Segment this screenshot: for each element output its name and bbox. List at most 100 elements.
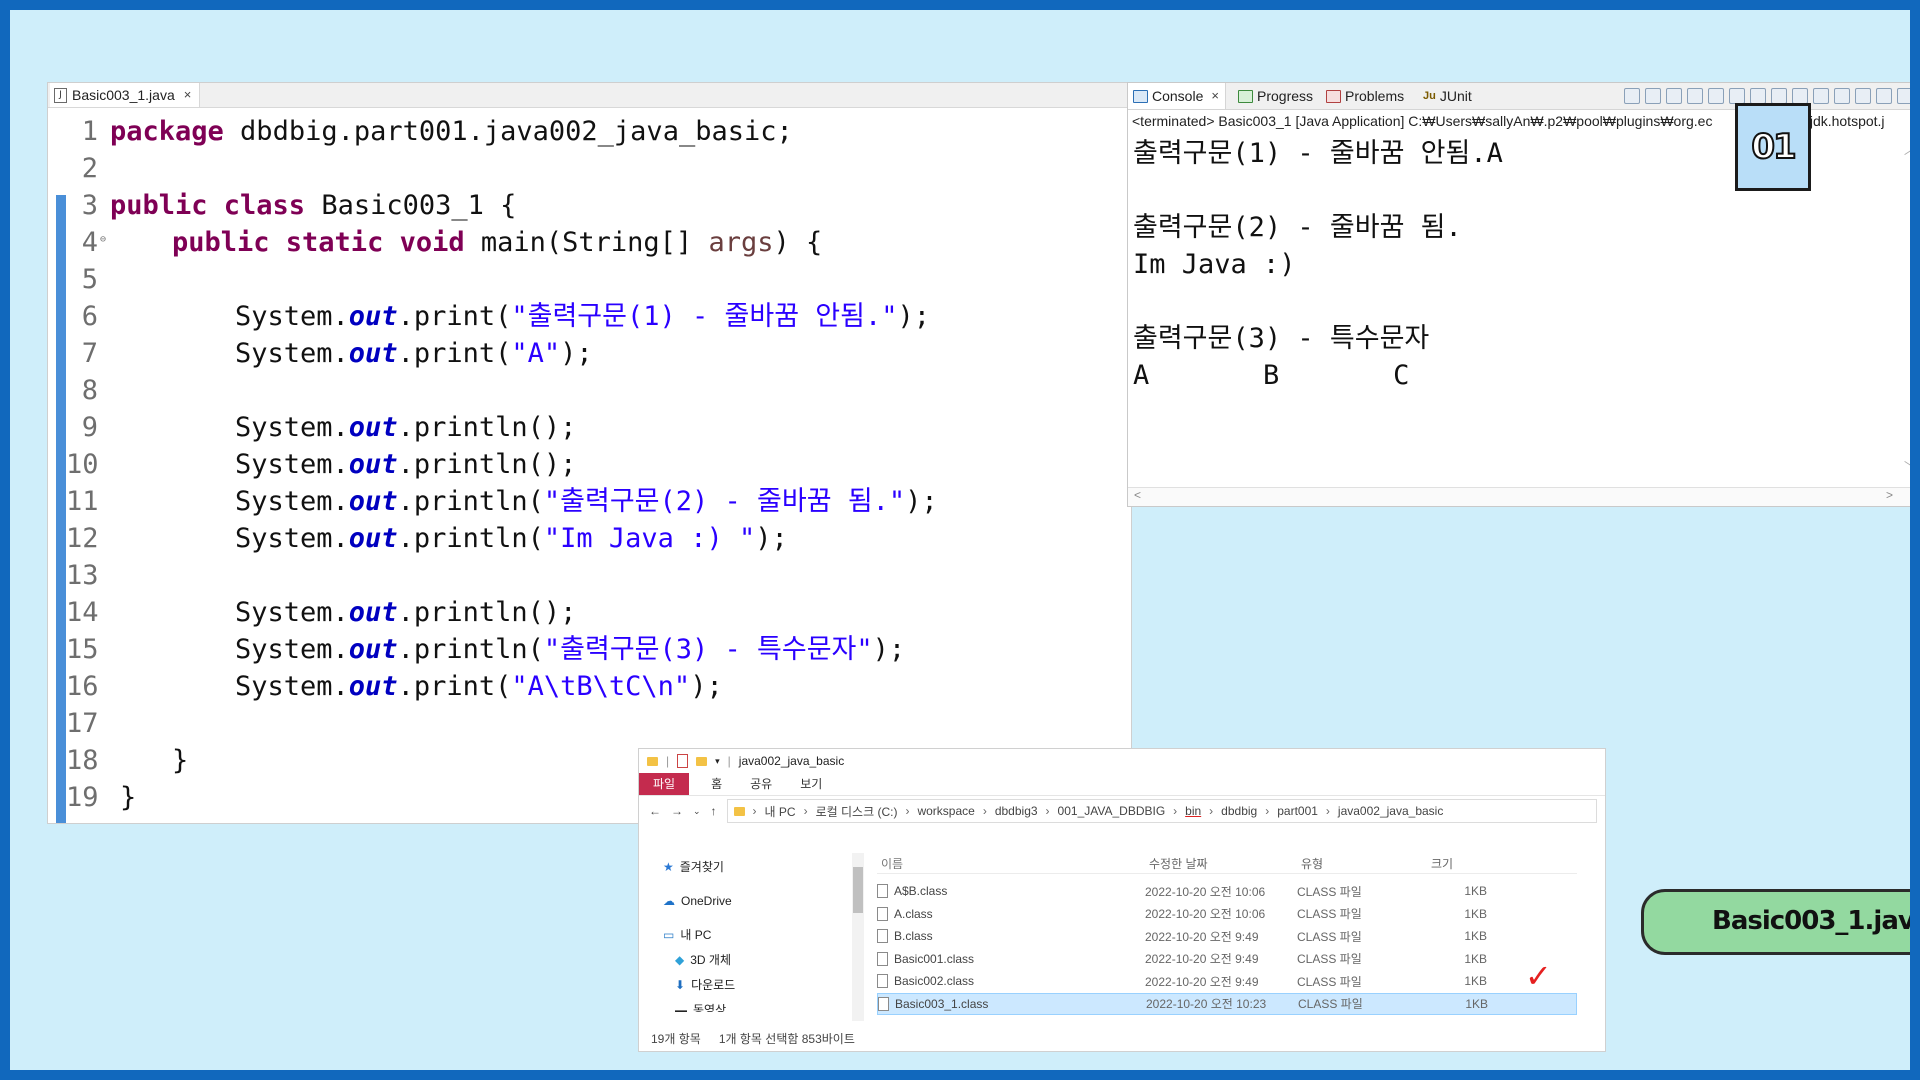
chevron-left-icon: < — [1134, 488, 1142, 502]
nav-item-downloads[interactable]: ⬇ 다운로드 — [649, 973, 821, 998]
nav-item-favorites[interactable]: ★ 즐겨찾기 — [649, 855, 821, 880]
file-icon — [878, 996, 889, 1011]
scroll-lock-icon[interactable] — [1708, 88, 1724, 104]
tab-console[interactable]: Console × — [1128, 83, 1226, 109]
file-row[interactable]: A.class 2022-10-20 오전 10:06 CLASS 파일 1KB — [877, 903, 1577, 926]
ribbon-tab-home[interactable]: 홈 — [697, 773, 736, 795]
editor-tab[interactable]: J Basic003_1.java × — [50, 83, 201, 107]
file-row[interactable]: B.class 2022-10-20 오전 9:49 CLASS 파일 1KB — [877, 925, 1577, 948]
code-line: 5 — [48, 261, 1131, 298]
nav-item-onedrive[interactable]: ☁ OneDrive — [649, 889, 821, 914]
code-line: 12 System.out.println("Im Java :) "); — [48, 520, 1131, 557]
breadcrumb-item: workspace — [917, 804, 975, 818]
selection-info: 1개 항목 선택함 853바이트 — [718, 1032, 855, 1046]
new-folder-icon[interactable] — [696, 756, 708, 766]
tab-junit[interactable]: Ju JUnit — [1423, 83, 1472, 109]
window-title: java002_java_basic — [738, 754, 845, 768]
code-line: 9 System.out.println(); — [48, 409, 1131, 446]
code-editor[interactable]: J Basic003_1.java × 1 package dbdbig.part… — [47, 82, 1132, 824]
console-toolbar — [1624, 88, 1910, 104]
folder-icon — [647, 756, 658, 766]
breadcrumb-item: 001_JAVA_DBDBIG — [1057, 804, 1166, 818]
console-output: 출력구문(1) - 줄바꿈 안됨.A 출력구문(2) - 줄바꿈 됨. Im J… — [1133, 135, 1503, 394]
item-count: 19개 항목 — [651, 1032, 701, 1046]
column-type[interactable]: 유형 — [1301, 855, 1431, 872]
line-number: 6 — [81, 301, 98, 332]
pin-console-icon[interactable] — [1792, 88, 1808, 104]
horizontal-scrollbar[interactable]: < > — [1128, 487, 1910, 506]
remove-launch-icon[interactable] — [1645, 88, 1661, 104]
remove-all-icon[interactable] — [1666, 88, 1682, 104]
file-row[interactable]: Basic001.class 2022-10-20 오전 9:49 CLASS 파일… — [877, 948, 1577, 971]
nav-item-this-pc[interactable]: ▭ 내 PC — [649, 923, 821, 948]
navigation-pane: ★ 즐겨찾기 ☁ OneDrive ▭ 내 PC ◆ 3D 개체 ⬇ 다운로드 ▬ 동영상 — [649, 855, 821, 1025]
ribbon-tab-view[interactable]: 보기 — [786, 773, 836, 795]
code-line: 13 — [48, 557, 1131, 594]
nav-item-3d-objects[interactable]: ◆ 3D 개체 — [649, 948, 821, 973]
display-console-icon[interactable] — [1813, 88, 1829, 104]
cloud-icon: ☁ — [663, 894, 675, 908]
vertical-scrollbar[interactable]: ︿﹀ — [1901, 133, 1910, 485]
word-wrap-icon[interactable] — [1729, 88, 1745, 104]
code-line: 15 System.out.println("출력구문(3) - 특수문자"); — [48, 631, 1131, 668]
video-icon: ▬ — [675, 1003, 687, 1012]
ribbon-tab-file[interactable]: 파일 — [639, 773, 690, 795]
cube-icon: ◆ — [675, 953, 685, 967]
forward-arrow-icon[interactable]: → — [671, 804, 683, 818]
slide-number-badge: 01 — [1735, 103, 1811, 191]
tab-problems[interactable]: Problems — [1326, 83, 1404, 109]
download-icon: ⬇ — [675, 978, 686, 992]
code-line: 17 — [48, 705, 1131, 742]
clear-console-icon[interactable] — [1687, 88, 1703, 104]
java-file-icon: J — [54, 87, 67, 103]
breadcrumb-item: bin — [1185, 804, 1202, 818]
console-icon — [1133, 89, 1148, 103]
code-line: 3 public class Basic003_1 { — [48, 187, 1131, 224]
nav-item-videos[interactable]: ▬ 동영상 — [649, 998, 821, 1012]
breadcrumb-item: dbdbig — [1221, 804, 1258, 818]
file-row[interactable]: A$B.class 2022-10-20 오전 10:06 CLASS 파일 1KB — [877, 880, 1577, 903]
show-on-error-icon[interactable] — [1771, 88, 1787, 104]
computer-icon: ▭ — [663, 928, 675, 942]
folder-icon — [733, 806, 745, 816]
chevron-up-icon: ︿ — [1901, 141, 1910, 158]
console-line: 출력구문(2) - 줄바꿈 됨. — [1133, 212, 1462, 243]
file-explorer-window[interactable]: | ▾ | java002_java_basic 파일 홈 공유 보기 ← → … — [638, 748, 1606, 1052]
open-console-icon[interactable] — [1834, 88, 1850, 104]
minimize-icon[interactable] — [1897, 88, 1910, 104]
breadcrumb-item: 로컬 디스크 (C:) — [815, 804, 898, 819]
code-area[interactable]: 1 package dbdbig.part001.java002_java_bas… — [48, 113, 1131, 816]
code-line: 4 ⊖ public static void main(String[] args)… — [48, 224, 1131, 261]
explorer-status-bar: 19개 항목 1개 항목 선택함 853바이트 — [651, 1030, 855, 1047]
file-name-label: Basic003_1.java — [1641, 889, 1910, 955]
settings-icon[interactable] — [1876, 88, 1892, 104]
nav-scrollbar[interactable] — [852, 853, 864, 1021]
file-row-selected[interactable]: Basic003_1.class 2022-10-20 오전 10:23 CLASS… — [877, 992, 1577, 1015]
column-name[interactable]: 이름 — [877, 855, 1149, 872]
show-on-output-icon[interactable] — [1750, 88, 1766, 104]
line-number: 4 — [81, 227, 98, 258]
close-icon[interactable]: × — [1211, 83, 1219, 109]
ribbon-tab-share[interactable]: 공유 — [736, 773, 786, 795]
file-row[interactable]: Basic002.class 2022-10-20 오전 9:49 CLASS 파일… — [877, 970, 1577, 993]
column-date[interactable]: 수정한 날짜 — [1149, 855, 1301, 872]
line-number: 17 — [66, 708, 99, 739]
stop-icon[interactable] — [1624, 88, 1640, 104]
address-bar: ← → ⌄ ↑ › 내 PC › 로컬 디스크 (C:) › workspace › d… — [639, 796, 1605, 826]
up-arrow-icon[interactable]: ↑ — [711, 804, 717, 818]
file-icon — [877, 884, 888, 899]
properties-icon[interactable] — [677, 754, 689, 768]
line-number: 2 — [81, 153, 98, 184]
code-line: 2 — [48, 150, 1131, 187]
progress-icon — [1238, 89, 1253, 103]
copy-icon[interactable] — [1855, 88, 1871, 104]
editor-tabbar: J Basic003_1.java × — [48, 83, 1131, 108]
breadcrumb[interactable]: › 내 PC › 로컬 디스크 (C:) › workspace › dbdbig3 ›… — [726, 799, 1597, 823]
close-icon[interactable]: × — [184, 83, 192, 107]
recent-dropdown-icon[interactable]: ⌄ — [693, 806, 701, 817]
tab-progress[interactable]: Progress — [1238, 83, 1313, 109]
column-size[interactable]: 크기 — [1431, 855, 1491, 872]
red-checkmark: ✓ — [1525, 957, 1552, 995]
fold-icon[interactable]: ⊖ — [100, 221, 106, 258]
back-arrow-icon[interactable]: ← — [649, 804, 661, 818]
